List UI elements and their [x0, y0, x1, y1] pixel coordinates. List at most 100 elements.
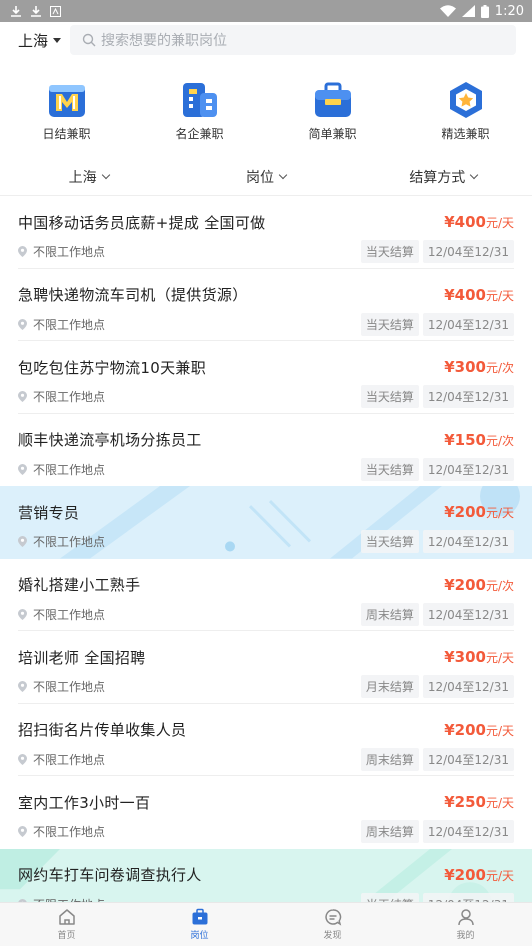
- discover-icon: [324, 909, 341, 926]
- tab-home[interactable]: 首页: [0, 903, 133, 946]
- job-price: ¥200元/天: [444, 721, 514, 739]
- currency-symbol: ¥: [444, 213, 455, 231]
- daily-job-icon: [47, 80, 87, 120]
- tab-label: 我的: [456, 931, 475, 941]
- settlement-tag: 月末结算: [360, 675, 419, 698]
- job-price: ¥150元/次: [444, 431, 514, 449]
- currency-symbol: ¥: [444, 575, 455, 594]
- job-title: 包吃包住苏宁物流10天兼职: [18, 358, 206, 377]
- city-label: 上海: [18, 31, 49, 50]
- job-price: ¥200元/天: [444, 866, 514, 884]
- price-value: 200: [454, 720, 486, 739]
- tab-label: 首页: [57, 931, 76, 941]
- job-title: 招扫街名片传单收集人员: [18, 721, 187, 739]
- date-tag: 12/04至12/31: [422, 747, 514, 771]
- price-value: 400: [454, 213, 486, 231]
- price-unit: 元/天: [485, 723, 514, 738]
- category-featured[interactable]: 精选兼职: [399, 80, 532, 158]
- price-unit: 元/天: [485, 216, 514, 230]
- settlement-tag: 当天结算: [360, 312, 419, 336]
- currency-symbol: ¥: [444, 793, 455, 811]
- profile-icon: [457, 909, 474, 926]
- job-item[interactable]: 培训老师 全国招聘 ¥300元/天 不限工作地点 月末结算 12/04至12/31: [0, 631, 532, 704]
- city-selector[interactable]: 上海: [18, 30, 70, 51]
- job-item[interactable]: 招扫街名片传单收集人员 ¥200元/天 不限工作地点 周末结算 12/04至12/31: [0, 704, 532, 776]
- price-unit: 元/天: [485, 796, 514, 810]
- caret-down-icon: [53, 37, 62, 43]
- download-icon: [31, 6, 41, 17]
- job-title: 网约车打车问卷调查执行人: [18, 866, 202, 884]
- job-price: ¥300元/次: [444, 358, 514, 376]
- price-value: 200: [454, 503, 486, 521]
- job-item[interactable]: 室内工作3小时一百 ¥250元/天 不限工作地点 周末结算 12/04至12/31: [0, 776, 532, 849]
- filter-bar: 上海 岗位 结算方式: [0, 158, 532, 196]
- location-text: 不限工作地点: [33, 245, 106, 259]
- location-text: 不限工作地点: [33, 607, 106, 622]
- job-item[interactable]: 中国移动话务员底薪+提成 全国可做 ¥400元/天 不限工作地点 当天结算 12/04…: [0, 196, 532, 269]
- date-tag: 12/04至12/31: [422, 240, 514, 263]
- settlement-tag: 周末结算: [360, 747, 419, 771]
- bottom-tab-bar: 首页 岗位 发现 我的: [0, 902, 532, 946]
- jobs-icon: [192, 908, 207, 925]
- briefcase-icon: [313, 80, 353, 120]
- settlement-tag: 当天结算: [360, 530, 419, 553]
- date-tag: 12/04至12/31: [422, 675, 514, 698]
- tab-profile[interactable]: 我的: [399, 903, 532, 946]
- chevron-down-icon: [101, 170, 110, 179]
- location-text: 不限工作地点: [33, 462, 106, 477]
- location-text: 不限工作地点: [33, 317, 106, 332]
- job-location: 不限工作地点: [18, 678, 105, 695]
- date-tag: 12/04至12/31: [422, 602, 514, 626]
- job-title: 培训老师 全国招聘: [18, 648, 146, 667]
- category-company[interactable]: 名企兼职: [133, 80, 266, 158]
- currency-symbol: ¥: [444, 358, 455, 376]
- date-tag: 12/04至12/31: [422, 385, 514, 408]
- category-label: 精选兼职: [441, 127, 490, 141]
- location-text: 不限工作地点: [33, 535, 106, 549]
- job-title: 营销专员: [18, 503, 80, 522]
- settlement-tag: 当天结算: [360, 385, 419, 408]
- search-row: 上海 搜索想要的兼职岗位: [0, 22, 532, 58]
- status-time: 1:20: [494, 3, 524, 19]
- job-title: 婚礼搭建小工熟手: [18, 576, 141, 594]
- category-label: 日结兼职: [42, 127, 91, 141]
- price-unit: 元/次: [485, 361, 514, 375]
- price-unit: 元/天: [485, 868, 514, 883]
- price-unit: 元/次: [485, 578, 514, 593]
- currency-symbol: ¥: [444, 503, 455, 521]
- category-simple[interactable]: 简单兼职: [266, 80, 399, 158]
- location-text: 不限工作地点: [33, 825, 106, 839]
- tab-label: 岗位: [190, 931, 209, 941]
- job-title: 室内工作3小时一百: [18, 793, 151, 812]
- price-unit: 元/次: [485, 433, 514, 448]
- job-title: 急聘快递物流车司机（提供货源）: [18, 286, 248, 304]
- date-tag: 12/04至12/31: [422, 312, 514, 336]
- tab-jobs[interactable]: 岗位: [133, 903, 266, 946]
- chevron-down-icon: [470, 170, 479, 179]
- job-location: 不限工作地点: [18, 823, 105, 840]
- location-text: 不限工作地点: [33, 752, 106, 767]
- job-item[interactable]: 顺丰快递流亭机场分拣员工 ¥150元/次 不限工作地点 当天结算 12/04至12/3…: [0, 414, 532, 487]
- filter-settlement[interactable]: 结算方式: [355, 158, 532, 195]
- job-location: 不限工作地点: [18, 461, 105, 478]
- price-value: 400: [454, 285, 486, 304]
- search-icon: [82, 33, 96, 47]
- signal-icon: [461, 5, 475, 17]
- tab-discover[interactable]: 发现: [266, 903, 399, 946]
- category-daily[interactable]: 日结兼职: [0, 80, 133, 158]
- job-location: 不限工作地点: [18, 606, 105, 623]
- job-price: ¥400元/天: [444, 213, 514, 231]
- job-item[interactable]: 包吃包住苏宁物流10天兼职 ¥300元/次 不限工作地点 当天结算 12/04至12/…: [0, 341, 532, 414]
- job-item[interactable]: 婚礼搭建小工熟手 ¥200元/次 不限工作地点 周末结算 12/04至12/31: [0, 559, 532, 631]
- job-item[interactable]: 急聘快递物流车司机（提供货源） ¥400元/天 不限工作地点 当天结算 12/04至1…: [0, 269, 532, 341]
- job-item-featured[interactable]: 营销专员 ¥200元/天 不限工作地点 当天结算 12/04至12/31: [0, 486, 532, 559]
- filter-city[interactable]: 上海: [0, 158, 177, 195]
- price-value: 300: [454, 648, 486, 666]
- location-pin-icon: [18, 536, 27, 547]
- job-price: ¥200元/天: [444, 503, 514, 521]
- date-tag: 12/04至12/31: [422, 820, 514, 843]
- search-input[interactable]: 搜索想要的兼职岗位: [70, 25, 516, 55]
- job-location: 不限工作地点: [18, 388, 105, 405]
- filter-position[interactable]: 岗位: [177, 158, 354, 195]
- price-value: 150: [454, 430, 486, 449]
